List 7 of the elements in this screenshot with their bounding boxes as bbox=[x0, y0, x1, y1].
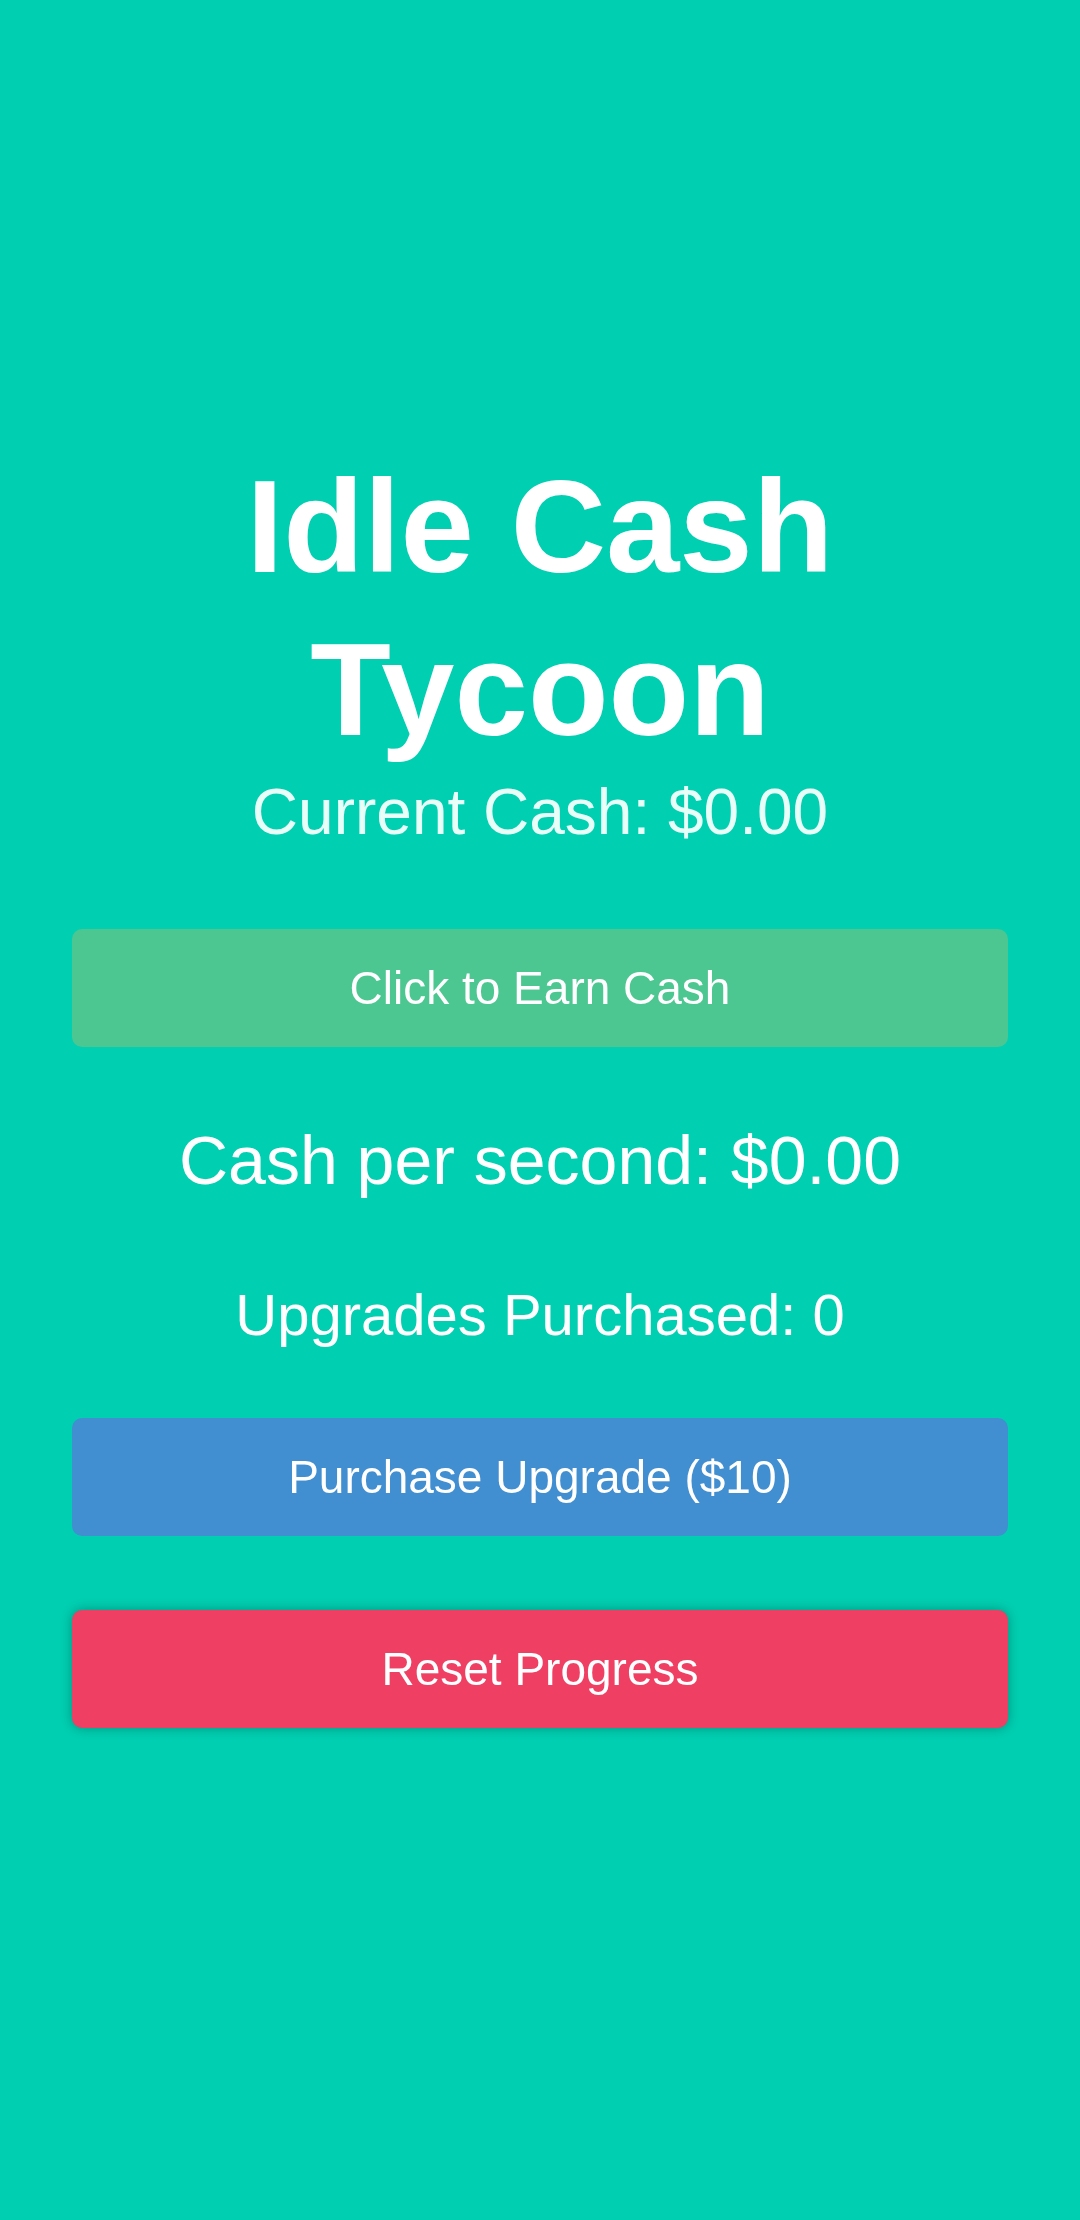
cash-per-second-text: Cash per second: $0.00 bbox=[178, 1121, 901, 1199]
upgrades-purchased-text: Upgrades Purchased: 0 bbox=[235, 1281, 845, 1348]
app-title: Idle Cash Tycoon bbox=[245, 452, 835, 765]
purchase-upgrade-button[interactable]: Purchase Upgrade ($10) bbox=[72, 1418, 1008, 1536]
earn-cash-button[interactable]: Click to Earn Cash bbox=[72, 929, 1008, 1047]
reset-button[interactable]: Reset Progress bbox=[72, 1610, 1008, 1728]
current-cash-text: Current Cash: $0.00 bbox=[251, 775, 829, 849]
